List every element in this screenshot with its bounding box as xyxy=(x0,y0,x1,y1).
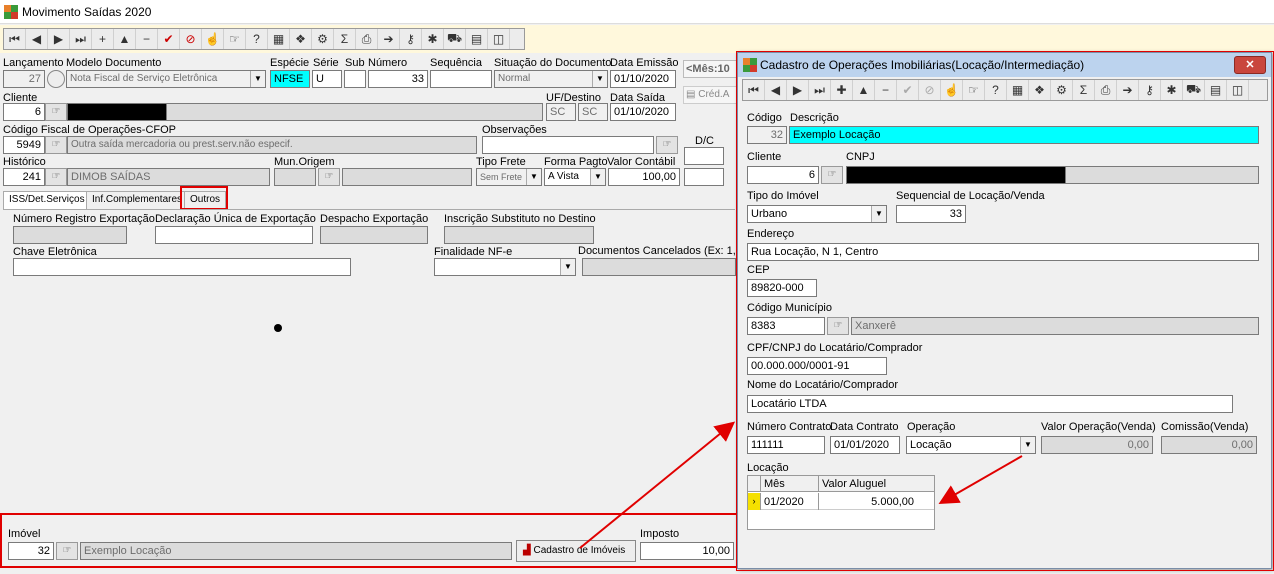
arrow-to-dialog xyxy=(579,421,736,549)
arrow-to-locacao xyxy=(938,455,1023,504)
annotation-arrows xyxy=(579,421,1023,549)
